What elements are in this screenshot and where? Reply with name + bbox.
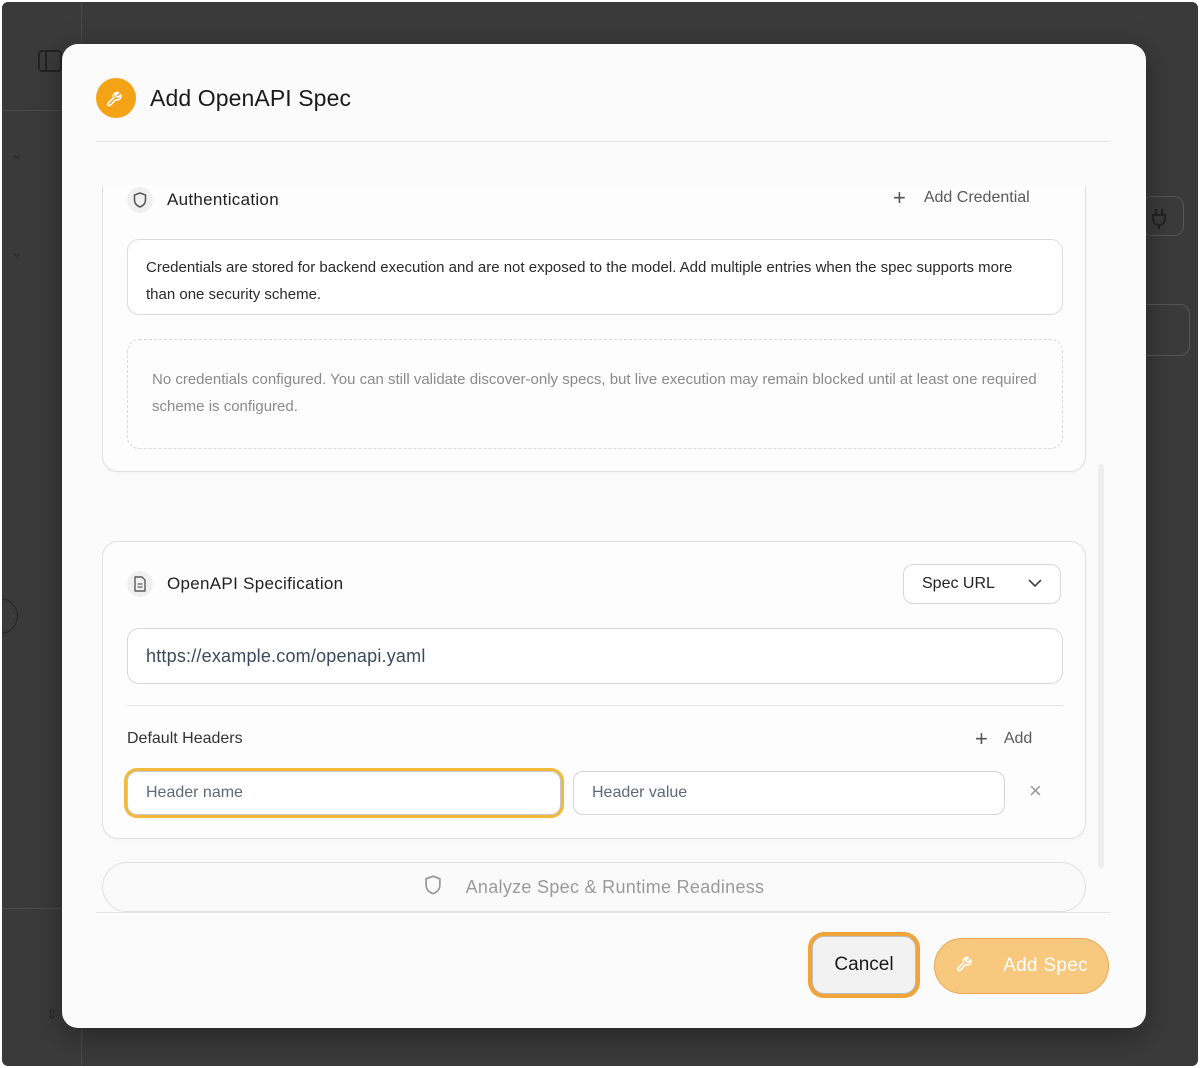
header-name-input[interactable]: Header name	[127, 771, 561, 815]
dialog-title: Add OpenAPI Spec	[150, 84, 352, 111]
plus-icon: +	[893, 186, 906, 210]
add-header-button[interactable]: + Add	[975, 728, 1032, 750]
footer-divider	[96, 912, 1110, 913]
dialog-scrollbar[interactable]	[1098, 464, 1104, 868]
background-plug-button	[1142, 196, 1184, 236]
default-headers-label: Default Headers	[127, 730, 243, 747]
spec-divider	[127, 705, 1063, 706]
sidebar-toggle-icon	[38, 50, 62, 77]
authentication-card: Authentication + Add Credential Credenti…	[102, 186, 1086, 472]
add-header-label: Add	[1003, 730, 1033, 747]
document-icon	[127, 571, 153, 597]
openapi-spec-header: OpenAPI Specification	[127, 571, 343, 597]
credentials-info-box: Credentials are stored for backend execu…	[127, 239, 1063, 315]
add-openapi-spec-dialog: Add OpenAPI Spec Authentication + Add Cr…	[62, 44, 1146, 1028]
credentials-empty-state: No credentials configured. You can still…	[127, 339, 1063, 449]
chevron-down-icon: ⌄	[10, 146, 24, 163]
analyze-spec-label: Analyze Spec & Runtime Readiness	[465, 876, 765, 897]
shield-icon	[127, 187, 153, 213]
shield-icon	[424, 874, 442, 900]
openapi-spec-title: OpenAPI Specification	[167, 574, 344, 593]
dialog-header: Add OpenAPI Spec	[96, 78, 351, 118]
wrench-icon	[96, 78, 136, 118]
openapi-spec-card: OpenAPI Specification Spec URL https://e…	[102, 541, 1086, 839]
add-credential-button[interactable]: + Add Credential	[893, 187, 1030, 209]
header-divider	[96, 141, 1110, 142]
wrench-icon	[955, 952, 977, 980]
spec-url-input[interactable]: https://example.com/openapi.yaml	[127, 628, 1063, 684]
plus-icon: +	[975, 726, 988, 751]
header-value-input[interactable]: Header value	[573, 771, 1005, 815]
spec-source-select[interactable]: Spec URL	[903, 564, 1061, 604]
chevron-down-icon: ⌄	[10, 244, 24, 261]
sort-icon: ⇕	[46, 1006, 58, 1022]
chevron-down-icon	[1028, 575, 1042, 593]
cancel-button[interactable]: Cancel	[812, 936, 916, 994]
add-spec-label: Add Spec	[1003, 955, 1088, 976]
authentication-header: Authentication	[127, 187, 279, 213]
remove-header-icon[interactable]: ×	[1029, 780, 1042, 802]
add-spec-button[interactable]: Add Spec	[934, 938, 1109, 994]
dialog-scroll-area[interactable]: Authentication + Add Credential Credenti…	[102, 186, 1102, 926]
add-credential-label: Add Credential	[923, 189, 1030, 206]
spec-source-value: Spec URL	[922, 575, 995, 592]
authentication-title: Authentication	[167, 190, 279, 209]
analyze-spec-button[interactable]: Analyze Spec & Runtime Readiness	[102, 862, 1086, 912]
